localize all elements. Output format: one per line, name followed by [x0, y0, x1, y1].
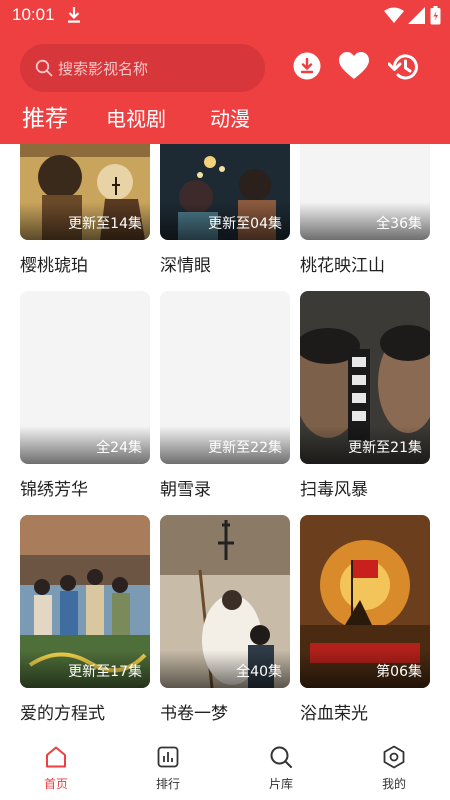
video-title[interactable]: 朝雪录	[160, 475, 211, 500]
wifi-icon	[384, 7, 404, 23]
history-icon[interactable]	[388, 52, 420, 82]
status-time: 10:01	[12, 5, 55, 24]
video-title[interactable]: 扫毒风暴	[300, 475, 368, 500]
poster[interactable]: 全36集	[300, 144, 430, 240]
poster[interactable]: 全24集	[20, 291, 150, 464]
status-download-icon	[68, 7, 80, 23]
poster[interactable]: 更新至21集	[300, 291, 430, 464]
poster[interactable]: 更新至14集	[20, 144, 150, 240]
poster[interactable]: 更新至22集	[160, 291, 290, 464]
status-bar: 10:01	[0, 0, 450, 32]
tab-anime[interactable]: 动漫	[210, 104, 250, 134]
nav-library[interactable]: 片库	[225, 740, 337, 800]
episode-badge: 更新至14集	[68, 216, 142, 232]
video-title[interactable]: 爱的方程式	[20, 699, 105, 724]
tab-recommend[interactable]: 推荐	[22, 104, 68, 134]
poster[interactable]: 更新至17集	[20, 515, 150, 688]
battery-icon	[430, 6, 441, 25]
search-bar[interactable]: 搜索影视名称	[20, 44, 265, 92]
tab-tv-series[interactable]: 电视剧	[106, 104, 166, 134]
episode-badge: 全40集	[236, 664, 282, 680]
app-header: 搜索影视名称 推荐 电视剧 动漫	[0, 32, 450, 144]
video-title[interactable]: 书卷一梦	[160, 699, 228, 724]
poster[interactable]: 更新至04集	[160, 144, 290, 240]
search-icon	[270, 746, 292, 768]
video-title[interactable]: 樱桃琥珀	[20, 251, 88, 276]
episode-badge: 第06集	[376, 664, 422, 680]
episode-badge: 全36集	[376, 216, 422, 232]
nav-home[interactable]: 首页	[0, 740, 112, 800]
episode-badge: 更新至21集	[348, 440, 422, 456]
episode-badge: 更新至04集	[208, 216, 282, 232]
video-title[interactable]: 锦绣芳华	[20, 475, 88, 500]
video-title[interactable]: 深情眼	[160, 251, 211, 276]
nav-ranking[interactable]: 排行	[112, 740, 224, 800]
home-icon	[46, 746, 66, 768]
video-title[interactable]: 桃花映江山	[300, 251, 385, 276]
bottom-nav: 首页 排行 片库 我的	[0, 740, 450, 800]
chart-icon	[157, 746, 179, 768]
profile-icon	[383, 745, 405, 769]
nav-profile[interactable]: 我的	[338, 740, 450, 800]
nav-label: 首页	[43, 777, 68, 791]
episode-badge: 更新至17集	[68, 664, 142, 680]
category-tabs: 推荐 电视剧 动漫	[0, 104, 450, 138]
video-grid: 更新至14集 樱桃琥珀 更新至04集 深情眼 全36集 桃花映江山 全24集 锦…	[0, 144, 450, 740]
video-title[interactable]: 浴血荣光	[300, 699, 368, 724]
nav-label: 排行	[155, 777, 180, 791]
signal-icon	[408, 7, 425, 24]
poster[interactable]: 第06集	[300, 515, 430, 688]
search-icon	[35, 59, 53, 77]
search-placeholder: 搜索影视名称	[58, 60, 149, 78]
download-icon[interactable]	[293, 52, 321, 80]
episode-badge: 全24集	[96, 440, 142, 456]
episode-badge: 更新至22集	[208, 440, 282, 456]
nav-label: 片库	[268, 777, 293, 791]
poster[interactable]: 全40集	[160, 515, 290, 688]
nav-label: 我的	[381, 777, 406, 791]
heart-icon[interactable]	[339, 52, 369, 80]
